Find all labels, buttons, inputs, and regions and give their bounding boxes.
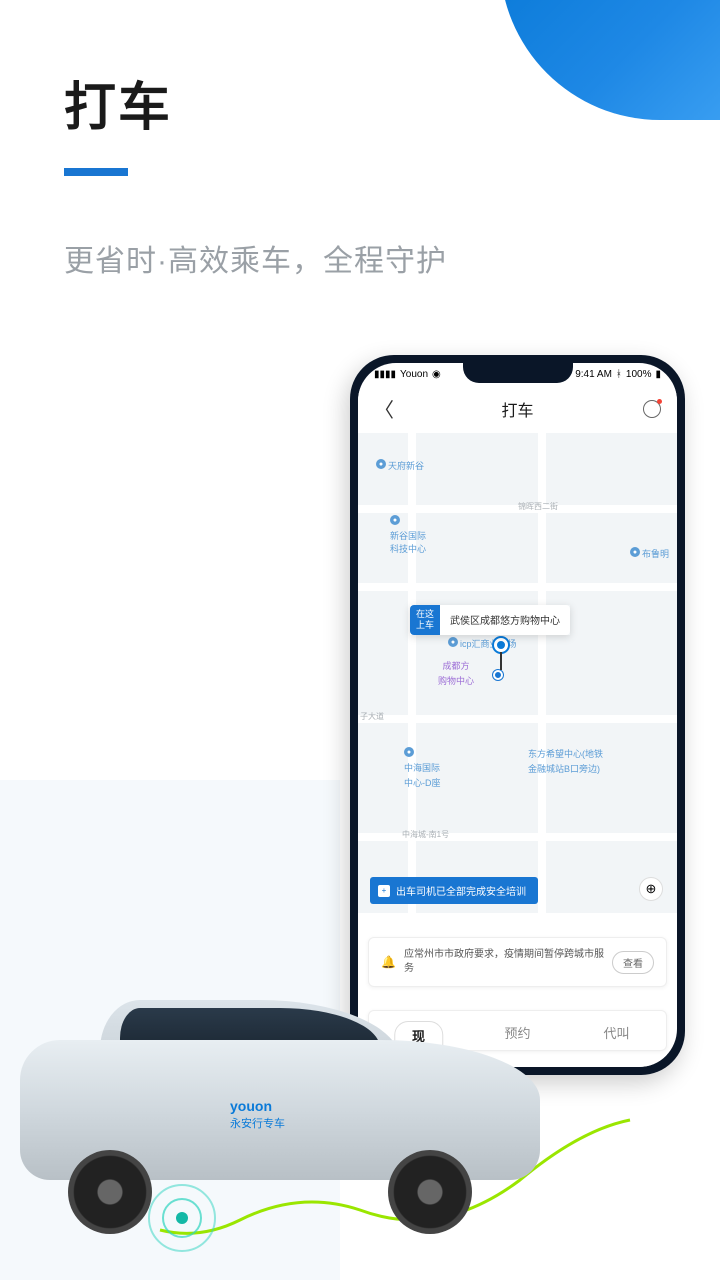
bell-icon: 🔔 [381, 955, 396, 969]
street-zidadao: 子大道 [360, 711, 384, 722]
carrier-label: Youon [400, 369, 428, 380]
poi-chengdu-mall[interactable]: 成都方购物中心 [438, 659, 474, 687]
notice-text: 应常州市市政府要求，疫情期间暂停跨城市服务 [404, 948, 604, 976]
bluetooth-icon: ᚼ [616, 369, 622, 380]
car-brand-logo: youon 永安行专车 [230, 1098, 285, 1131]
poi-zhonghai[interactable]: ●中海国际中心-D座 [404, 747, 441, 789]
phone-frame: ▮▮▮▮ Youon ◉ 9:41 AM ᚼ 100% ▮ 〈 打车 [350, 355, 685, 1075]
app-title: 打车 [394, 397, 641, 421]
pickup-tooltip[interactable]: 在这上车 武侯区成都悠方购物中心 [410, 605, 570, 635]
map-pin[interactable] [494, 638, 508, 670]
tab-proxy[interactable]: 代叫 [567, 1023, 666, 1042]
poi-xingu[interactable]: ●新谷国际 科技中心 [390, 515, 426, 555]
street-jinhui: 锦晖西二街 [518, 501, 558, 512]
car-illustration: youon 永安行专车 [20, 980, 560, 1240]
phone-notch [463, 363, 573, 383]
poi-bulu[interactable]: ●布鲁明 [630, 547, 669, 560]
view-button[interactable]: 查看 [612, 951, 654, 974]
status-time: 9:41 AM [575, 369, 612, 380]
shield-icon: + [378, 885, 390, 897]
title-underline [64, 168, 128, 176]
map-road [358, 583, 677, 591]
map-road [358, 715, 677, 723]
map-view[interactable]: ●天府新谷 ●新谷国际 科技中心 锦晖西二街 ●布鲁明 在这上车 武侯区成都悠方… [358, 433, 677, 913]
locate-button[interactable]: ⊕ [639, 877, 663, 901]
battery-label: 100% [626, 369, 652, 380]
message-icon[interactable] [643, 400, 661, 418]
poi-dongfang[interactable]: 东方希望中心(地铁金融城站B口旁边) [528, 747, 603, 775]
battery-icon: ▮ [655, 369, 661, 380]
page-subtitle: 更省时·高效乘车，全程守护 [64, 236, 656, 280]
locator-ring [148, 1184, 216, 1252]
map-road [408, 433, 416, 913]
wifi-icon: ◉ [432, 369, 441, 380]
street-zhonghaicheng: 中海城-南1号 [402, 829, 449, 840]
signal-icon: ▮▮▮▮ [374, 369, 396, 380]
page-title: 打车 [64, 65, 656, 140]
safety-banner[interactable]: + 出车司机已全部完成安全培训 [370, 877, 538, 904]
back-button[interactable]: 〈 [374, 394, 394, 423]
poi-tianfu[interactable]: ●天府新谷 [376, 459, 424, 472]
